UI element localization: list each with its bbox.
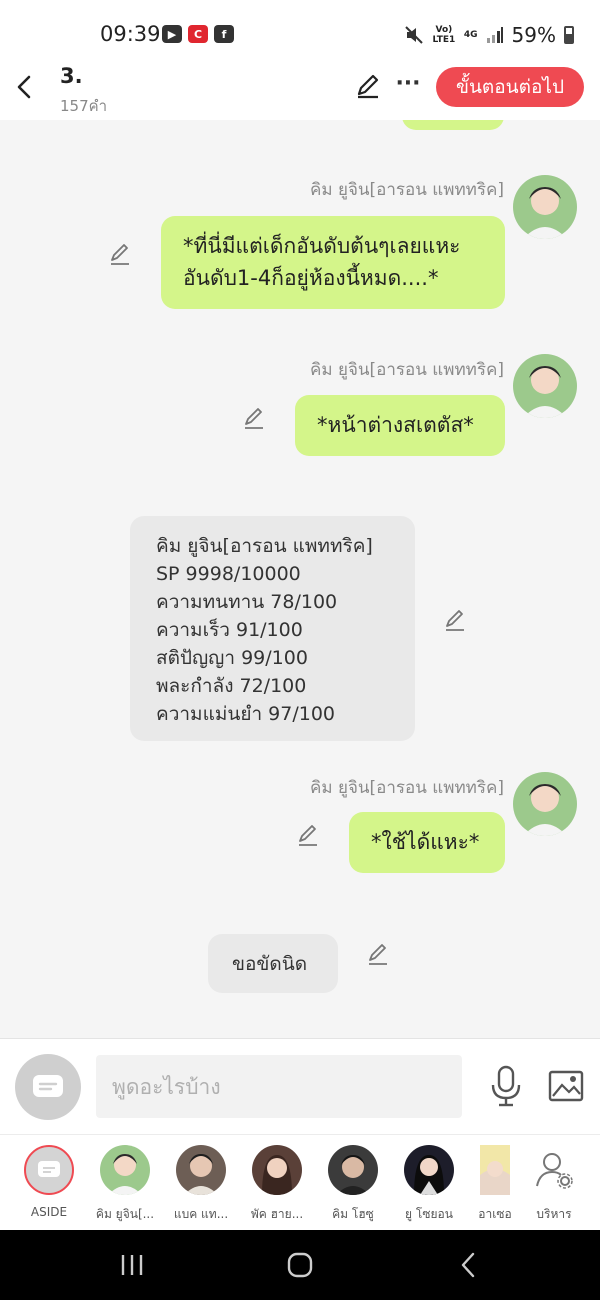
character-name: คิม โฮซู xyxy=(332,1207,374,1221)
previous-message-bubble[interactable] xyxy=(402,120,504,130)
character-name: คิม ยูจิน[... xyxy=(95,1207,155,1221)
status-line: ความเร็ว 91/100 xyxy=(156,619,303,641)
notification-icons: ▶ C f xyxy=(162,25,234,43)
character-avatar xyxy=(100,1145,150,1195)
status-line: SP 9998/10000 xyxy=(156,563,301,585)
character-avatar[interactable] xyxy=(513,175,577,239)
character-avatar[interactable] xyxy=(513,772,577,836)
network-label: Vo) LTE1 xyxy=(432,25,456,45)
c-app-icon: C xyxy=(188,25,208,43)
edit-message-button[interactable] xyxy=(366,942,392,968)
battery-icon xyxy=(564,26,574,44)
message-bubble[interactable]: *หน้าต่างสเตตัส* xyxy=(295,395,505,456)
message-text: *ที่นี่มีแต่เด็กอันดับต้นๆเลยแหะ อันดับ1… xyxy=(183,234,461,290)
chevron-left-icon xyxy=(17,75,31,99)
manage-icon-wrap xyxy=(529,1145,579,1195)
system-back-button[interactable] xyxy=(448,1250,488,1280)
battery-percent: 59% xyxy=(511,23,556,47)
character-name: แบค แท... xyxy=(173,1207,229,1221)
character-item[interactable]: คิม ยูจิน[... xyxy=(87,1145,163,1224)
message-input[interactable] xyxy=(96,1055,462,1118)
recent-apps-button[interactable] xyxy=(112,1250,152,1280)
pencil-icon xyxy=(111,244,129,265)
status-bar: 09:39 ▶ C f Vo) LTE1 4G 59% xyxy=(0,0,600,62)
story-header: 3. 157คำ ··· ขั้นตอนต่อไป xyxy=(0,62,600,120)
character-item[interactable]: แบค แท... xyxy=(163,1145,239,1224)
chat-bubble-icon xyxy=(33,1075,63,1097)
character-name: บริหาร xyxy=(536,1207,572,1221)
status-line: ความทนทาน 78/100 xyxy=(156,591,338,613)
status-line: พละกำลัง 72/100 xyxy=(156,675,307,697)
edit-message-button[interactable] xyxy=(443,608,469,634)
pencil-icon xyxy=(446,610,464,631)
chevron-left-icon xyxy=(461,1252,475,1278)
edit-message-button[interactable] xyxy=(108,242,134,268)
status-right: Vo) LTE1 4G 59% xyxy=(404,23,574,47)
home-button[interactable] xyxy=(280,1250,320,1280)
sender-name: คิม ยูจิน[อารอน แพททริค] xyxy=(310,360,504,380)
recent-apps-icon xyxy=(121,1255,143,1275)
word-count: 157คำ xyxy=(60,97,108,115)
edit-message-button[interactable] xyxy=(242,406,268,432)
manage-characters-button[interactable]: บริหาร xyxy=(516,1145,592,1224)
user-settings-icon xyxy=(536,1153,573,1189)
status-line: สติปัญญา 99/100 xyxy=(156,647,308,669)
status-time: 09:39 xyxy=(100,22,161,46)
chat-area[interactable]: คิม ยูจิน[อารอน แพททริค] *ที่นี่มีแต่เด็… xyxy=(0,120,600,1038)
character-aside[interactable]: ASIDE xyxy=(11,1145,87,1219)
character-avatar xyxy=(176,1145,226,1195)
signal-label: 4G xyxy=(463,30,478,40)
character-name: พัค ฮาย... xyxy=(250,1207,304,1221)
attach-image-button[interactable] xyxy=(548,1069,584,1103)
status-window-bubble[interactable]: คิม ยูจิน[อารอน แพททริค] SP 9998/10000 ค… xyxy=(130,516,415,741)
pencil-icon xyxy=(357,74,379,99)
edit-message-button[interactable] xyxy=(296,823,322,849)
next-step-button[interactable]: ขั้นตอนต่อไป xyxy=(436,67,584,107)
narration-bubble[interactable]: ขอขัดนิด xyxy=(208,934,338,993)
character-item[interactable]: ยู โซยอน xyxy=(391,1145,467,1224)
sender-name: คิม ยูจิน[อารอน แพททริค] xyxy=(310,778,504,798)
message-text: *ใช้ได้แหะ* xyxy=(371,830,480,854)
voice-input-button[interactable] xyxy=(490,1065,522,1107)
pencil-icon xyxy=(369,944,387,965)
microphone-icon xyxy=(491,1065,521,1107)
edit-title-button[interactable] xyxy=(354,72,384,102)
character-avatar xyxy=(404,1145,454,1195)
signal-icon xyxy=(486,27,503,43)
home-icon xyxy=(287,1252,313,1278)
status-line: ความแม่นยำ 97/100 xyxy=(156,703,336,725)
more-options-button[interactable]: ··· xyxy=(394,70,422,100)
character-avatar xyxy=(328,1145,378,1195)
image-icon xyxy=(548,1070,584,1102)
chat-bubble-icon xyxy=(38,1161,60,1177)
composer-bar xyxy=(0,1038,600,1134)
character-item[interactable]: คิม โฮซู xyxy=(315,1145,391,1224)
character-avatar xyxy=(480,1145,510,1195)
character-avatar xyxy=(252,1145,302,1195)
message-bubble[interactable]: *ใช้ได้แหะ* xyxy=(349,812,505,873)
aside-avatar xyxy=(24,1145,74,1195)
character-selector: ASIDE คิม ยูจิน[... แบค แท... พัค ฮาย...… xyxy=(0,1134,600,1230)
pencil-icon xyxy=(245,408,263,429)
message-bubble[interactable]: *ที่นี่มีแต่เด็กอันดับต้นๆเลยแหะ อันดับ1… xyxy=(161,216,505,309)
status-line: คิม ยูจิน[อารอน แพททริค] xyxy=(156,535,373,557)
facebook-icon: f xyxy=(214,25,234,43)
page-title: 3. xyxy=(60,64,83,88)
character-name: ยู โซยอน xyxy=(405,1207,453,1221)
narration-mode-button[interactable] xyxy=(15,1054,81,1120)
character-name: ASIDE xyxy=(30,1205,68,1219)
character-item[interactable]: พัค ฮาย... xyxy=(239,1145,315,1224)
back-button[interactable] xyxy=(10,70,38,104)
character-avatar[interactable] xyxy=(513,354,577,418)
message-text: *หน้าต่างสเตตัส* xyxy=(317,413,474,437)
sender-name: คิม ยูจิน[อารอน แพททริค] xyxy=(310,180,504,200)
pencil-icon xyxy=(299,825,317,846)
narration-text: ขอขัดนิด xyxy=(232,953,308,975)
youtube-icon: ▶ xyxy=(162,25,182,43)
mute-icon xyxy=(405,26,423,44)
system-nav-bar xyxy=(0,1230,600,1300)
